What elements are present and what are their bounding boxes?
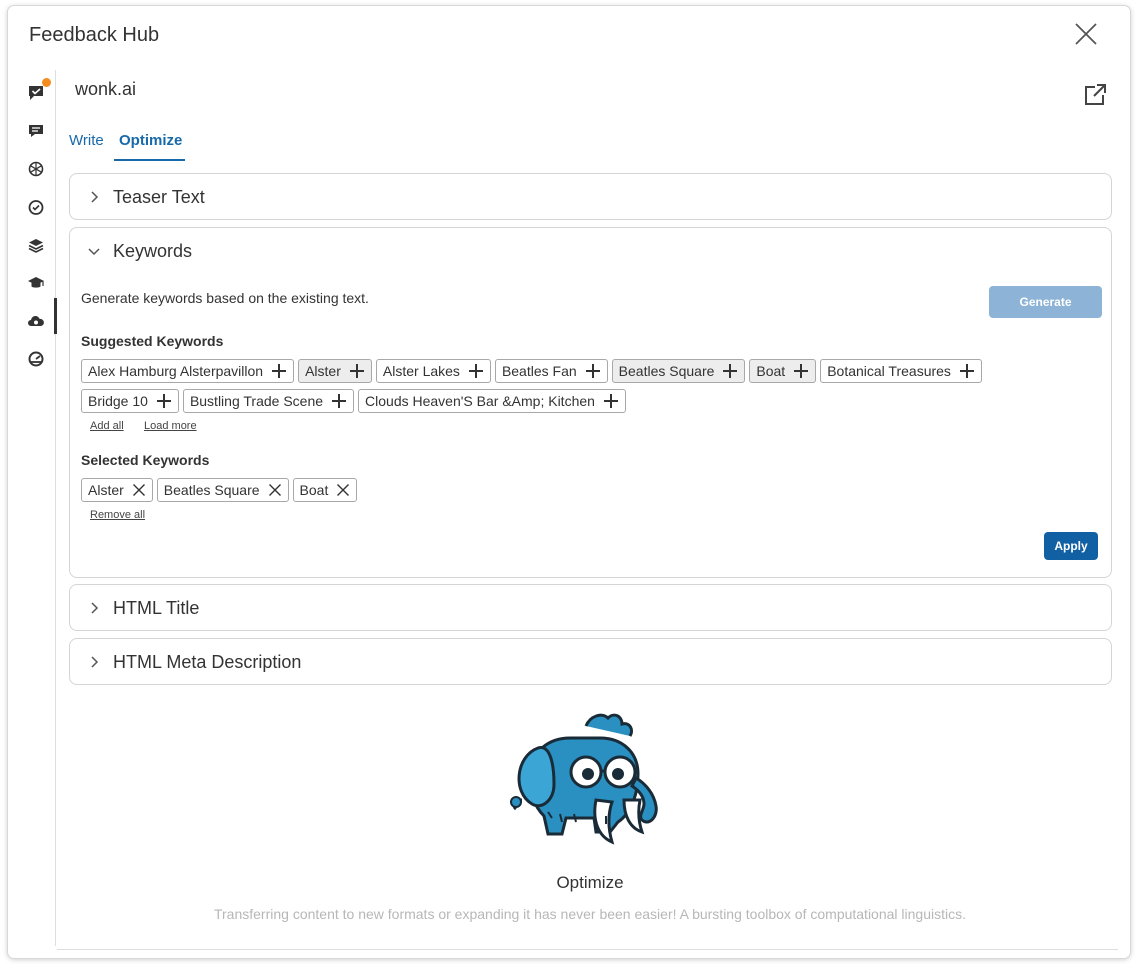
- chip-label: Beatles Square: [618, 363, 715, 379]
- sidebar-active-indicator: [54, 298, 57, 334]
- html-title-title: HTML Title: [113, 598, 200, 618]
- brand-name: wonk.ai: [75, 79, 137, 99]
- active-tab-indicator: [114, 159, 185, 161]
- layers-icon: [28, 239, 44, 253]
- openai-icon: [28, 161, 44, 177]
- clock-check-icon: [28, 200, 44, 215]
- chevron-right-icon: [91, 191, 99, 203]
- chevron-right-icon: [91, 656, 99, 668]
- chip-label: Bridge 10: [88, 393, 148, 409]
- meta-description-title: HTML Meta Description: [113, 652, 302, 672]
- suggested-keyword-chip[interactable]: Alster Lakes: [375, 359, 491, 383]
- mammoth-mascot-illustration: [510, 713, 658, 845]
- close-button[interactable]: [1072, 20, 1100, 48]
- gauge-icon: [28, 351, 44, 367]
- plus-icon: [331, 393, 347, 409]
- generate-button[interactable]: Generate: [989, 286, 1102, 318]
- suggested-keyword-chip[interactable]: Clouds Heaven'S Bar &Amp; Kitchen: [358, 389, 626, 413]
- html-title-header[interactable]: HTML Title: [70, 585, 1111, 631]
- suggested-keywords-label: Suggested Keywords: [81, 333, 224, 349]
- suggested-keyword-chip[interactable]: Alex Hamburg Alsterpavillon: [81, 359, 295, 383]
- plus-icon: [271, 363, 287, 379]
- chip-label: Clouds Heaven'S Bar &Amp; Kitchen: [365, 393, 595, 409]
- meta-description-panel: HTML Meta Description: [69, 638, 1112, 685]
- remove-icon[interactable]: [268, 483, 282, 497]
- notification-dot: [42, 78, 51, 87]
- tab-bar: Write Optimize: [69, 132, 269, 164]
- teaser-text-title: Teaser Text: [113, 187, 205, 207]
- chevron-down-icon: [88, 248, 100, 256]
- chip-label: Beatles Fan: [501, 363, 577, 379]
- sidebar-item-layers[interactable]: [27, 236, 45, 254]
- sidebar-item-timing[interactable]: [27, 198, 45, 216]
- chip-label: Beatles Square: [163, 482, 260, 498]
- selected-keywords-label: Selected Keywords: [81, 452, 210, 468]
- chip-label: Boat: [756, 363, 786, 379]
- remove-icon[interactable]: [336, 483, 350, 497]
- chip-label: Botanical Treasures: [827, 363, 951, 379]
- chip-label: Alster: [88, 482, 124, 498]
- sidebar-item-ai[interactable]: [27, 160, 45, 178]
- meta-description-header[interactable]: HTML Meta Description: [70, 639, 1111, 685]
- selected-keyword-chip[interactable]: Beatles Square: [156, 478, 289, 502]
- html-title-panel: HTML Title: [69, 584, 1112, 631]
- comment-icon: [29, 125, 43, 137]
- empty-state-description: Transferring content to new formats or e…: [213, 906, 966, 922]
- plus-icon: [722, 363, 738, 379]
- suggested-keyword-chip[interactable]: Botanical Treasures: [820, 359, 982, 383]
- sidebar-item-optimize[interactable]: [27, 312, 45, 330]
- chip-label: Alster Lakes: [382, 363, 460, 379]
- selected-keyword-chip[interactable]: Alster: [81, 478, 153, 502]
- keywords-description: Generate keywords based on the existing …: [81, 290, 369, 306]
- app-title: Feedback Hub: [29, 24, 160, 46]
- chip-label: Boat: [299, 482, 329, 498]
- remove-icon[interactable]: [132, 483, 146, 497]
- sidebar: [8, 70, 57, 946]
- keywords-header[interactable]: Keywords: [70, 228, 1111, 274]
- external-link-icon: [1085, 84, 1106, 105]
- tab-optimize[interactable]: Optimize: [119, 132, 182, 149]
- plus-icon: [959, 363, 975, 379]
- plus-icon: [349, 363, 365, 379]
- empty-state-title: Optimize: [556, 873, 624, 892]
- sidebar-item-gauge[interactable]: [27, 350, 45, 368]
- keywords-title: Keywords: [113, 241, 193, 261]
- suggested-keyword-chip[interactable]: Boat: [749, 359, 817, 383]
- footer-divider: [57, 949, 1118, 950]
- selected-keywords-row: Alster Beatles Square Boat: [81, 478, 358, 502]
- suggested-keywords-row-2: Bridge 10 Bustling Trade Scene Clouds He…: [81, 389, 626, 413]
- suggested-keyword-chip[interactable]: Alster: [298, 359, 372, 383]
- sidebar-item-comments[interactable]: [27, 122, 45, 140]
- remove-all-link[interactable]: Remove all: [90, 509, 145, 521]
- cloud-gear-icon: [28, 316, 44, 326]
- chip-label: Alster: [305, 363, 341, 379]
- chip-label: Alex Hamburg Alsterpavillon: [88, 363, 264, 379]
- suggested-keyword-chip[interactable]: Bridge 10: [81, 389, 179, 413]
- open-external-button[interactable]: [1083, 83, 1107, 107]
- plus-icon: [468, 363, 484, 379]
- chip-label: Bustling Trade Scene: [189, 393, 324, 409]
- suggested-keyword-chip[interactable]: Beatles Square: [611, 359, 746, 383]
- plus-icon: [585, 363, 601, 379]
- tab-write[interactable]: Write: [69, 132, 104, 149]
- selected-keyword-chip[interactable]: Boat: [292, 478, 358, 502]
- sidebar-item-chat[interactable]: [27, 84, 45, 102]
- graduation-cap-icon: [28, 277, 44, 288]
- add-all-link[interactable]: Add all: [90, 420, 124, 432]
- suggested-keywords-row-1: Alex Hamburg Alsterpavillon Alster Alste…: [81, 359, 982, 383]
- teaser-text-header[interactable]: Teaser Text: [70, 174, 1111, 220]
- plus-icon: [156, 393, 172, 409]
- sidebar-item-learning[interactable]: [27, 274, 45, 292]
- suggested-keyword-chip[interactable]: Bustling Trade Scene: [182, 389, 355, 413]
- chat-check-icon: [29, 86, 43, 100]
- apply-button[interactable]: Apply: [1044, 532, 1098, 560]
- load-more-link[interactable]: Load more: [144, 420, 197, 432]
- plus-icon: [793, 363, 809, 379]
- chevron-right-icon: [91, 602, 99, 614]
- suggested-keyword-chip[interactable]: Beatles Fan: [494, 359, 608, 383]
- close-icon: [1075, 23, 1097, 45]
- plus-icon: [603, 393, 619, 409]
- teaser-text-panel: Teaser Text: [69, 173, 1112, 220]
- keywords-panel: Keywords Generate keywords based on the …: [69, 227, 1112, 578]
